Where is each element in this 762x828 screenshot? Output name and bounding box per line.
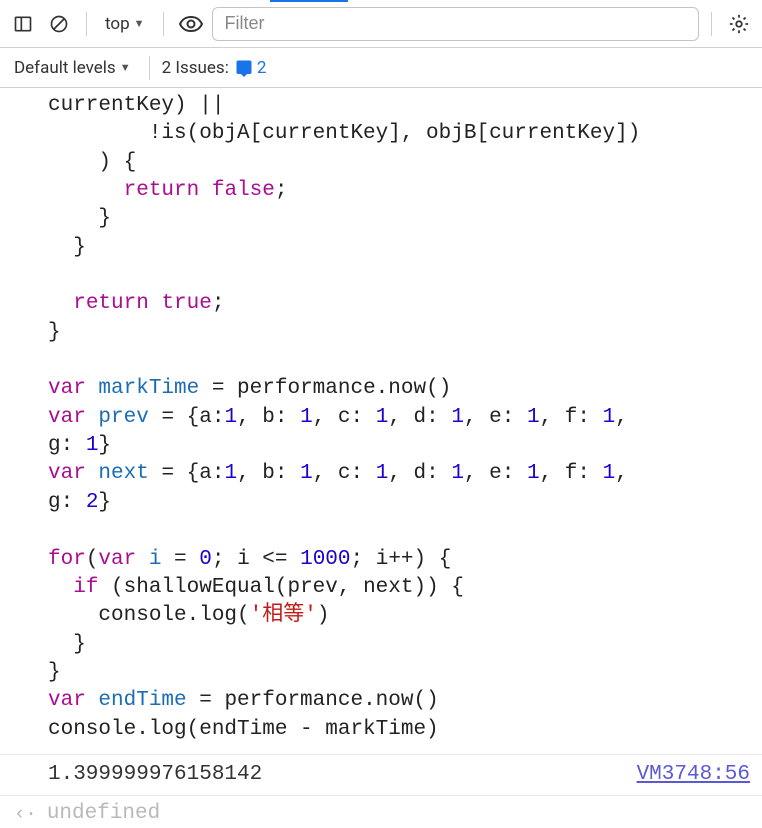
chevron-down-icon: ▼ <box>120 61 131 74</box>
result-arrow-icon: ‹· <box>14 802 37 828</box>
console-result-row: ‹· undefined <box>0 796 762 828</box>
chevron-down-icon: ▼ <box>134 17 145 30</box>
console-toolbar: top ▼ <box>0 0 762 48</box>
divider <box>149 56 150 80</box>
console-settings-button[interactable] <box>724 9 754 39</box>
active-tab-indicator <box>270 0 348 2</box>
divider <box>163 12 164 36</box>
result-value: undefined <box>47 800 160 828</box>
divider <box>711 12 712 36</box>
issues-indicator[interactable]: 2 Issues: 2 <box>162 58 267 78</box>
live-expressions-button[interactable] <box>176 9 206 39</box>
levels-label: Default levels <box>14 58 116 78</box>
issues-badge: 2 <box>235 58 267 78</box>
log-value: 1.399999976158142 <box>48 761 262 789</box>
filter-input[interactable] <box>212 7 699 41</box>
source-link[interactable]: VM3748:56 <box>637 761 750 789</box>
log-levels-selector[interactable]: Default levels ▼ <box>8 56 137 80</box>
issues-label: 2 Issues: <box>162 58 229 78</box>
console-body: currentKey) || !is(objA[currentKey], obj… <box>0 88 762 828</box>
console-subbar: Default levels ▼ 2 Issues: 2 <box>0 48 762 88</box>
console-input-code[interactable]: currentKey) || !is(objA[currentKey], obj… <box>0 92 762 754</box>
toggle-sidebar-button[interactable] <box>8 9 38 39</box>
context-label: top <box>105 14 130 34</box>
issues-count: 2 <box>257 58 267 78</box>
console-log-output: 1.399999976158142 VM3748:56 <box>0 754 762 796</box>
clear-console-button[interactable] <box>44 9 74 39</box>
divider <box>86 12 87 36</box>
execution-context-selector[interactable]: top ▼ <box>99 12 151 36</box>
